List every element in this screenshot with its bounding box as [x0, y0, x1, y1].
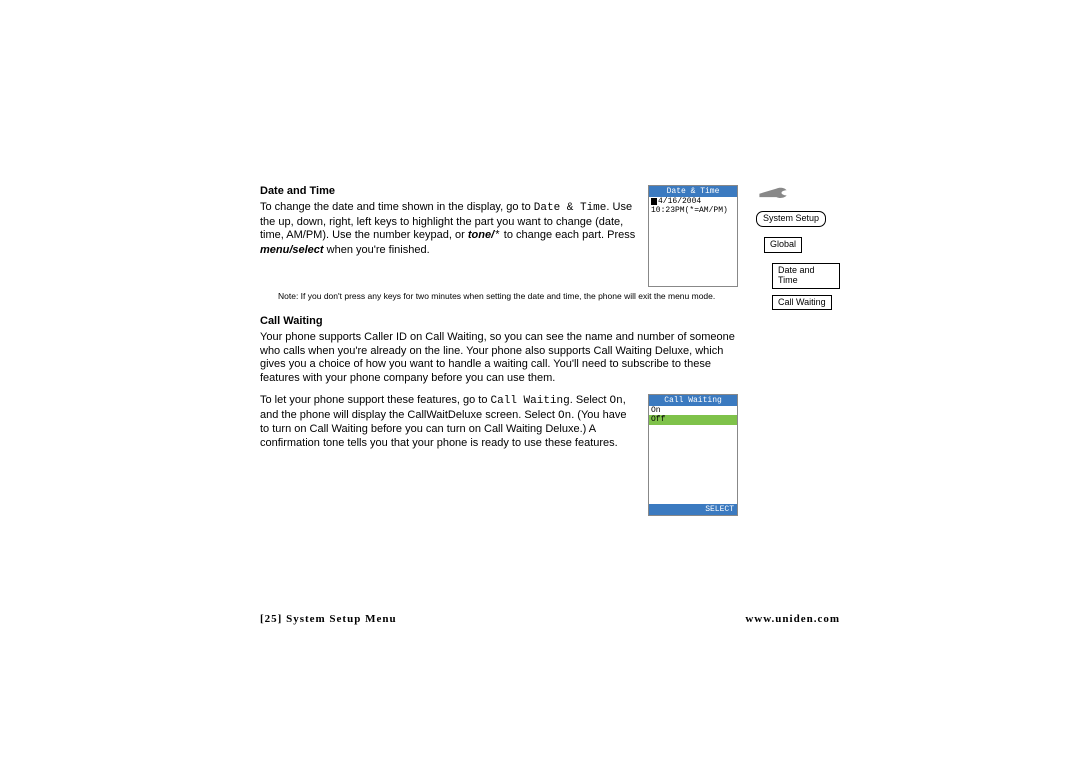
screen-title: Date & Time	[649, 186, 737, 197]
footer-right: www.uniden.com	[745, 613, 840, 625]
para-date-time: To change the date and time shown in the…	[260, 201, 638, 258]
screen-select-label: SELECT	[649, 504, 737, 515]
screen-line-time: 10:23PM(*=AM/PM)	[649, 206, 737, 215]
screen-title: Call Waiting	[649, 395, 737, 406]
side-column: System Setup Global Date and Time Call W…	[756, 185, 840, 516]
footer-left: [25] System Setup Menu	[260, 613, 397, 625]
nav-date-time: Date and Time	[772, 263, 840, 289]
footer: [25] System Setup Menu www.uniden.com	[260, 613, 840, 625]
heading-call-waiting: Call Waiting	[260, 315, 738, 329]
screen-option-on: On	[649, 406, 737, 415]
nav-system-setup: System Setup	[756, 211, 826, 227]
para-cw-instr: To let your phone support these features…	[260, 394, 638, 451]
heading-date-time: Date and Time	[260, 185, 638, 199]
para-cw-intro: Your phone supports Caller ID on Call Wa…	[260, 331, 738, 386]
note-text: Note: If you don't press any keys for tw…	[278, 291, 738, 301]
screen-call-waiting: Call Waiting On Off SELECT	[648, 394, 738, 516]
screen-date-time: Date & Time 4/16/2004 10:23PM(*=AM/PM)	[648, 185, 738, 287]
screen-line-date: 4/16/2004	[649, 197, 737, 206]
nav-global: Global	[764, 237, 802, 253]
nav-call-waiting: Call Waiting	[772, 295, 832, 311]
main-column: Date and Time To change the date and tim…	[260, 185, 738, 516]
screen-option-off: Off	[649, 415, 737, 424]
wrench-icon	[756, 185, 790, 199]
